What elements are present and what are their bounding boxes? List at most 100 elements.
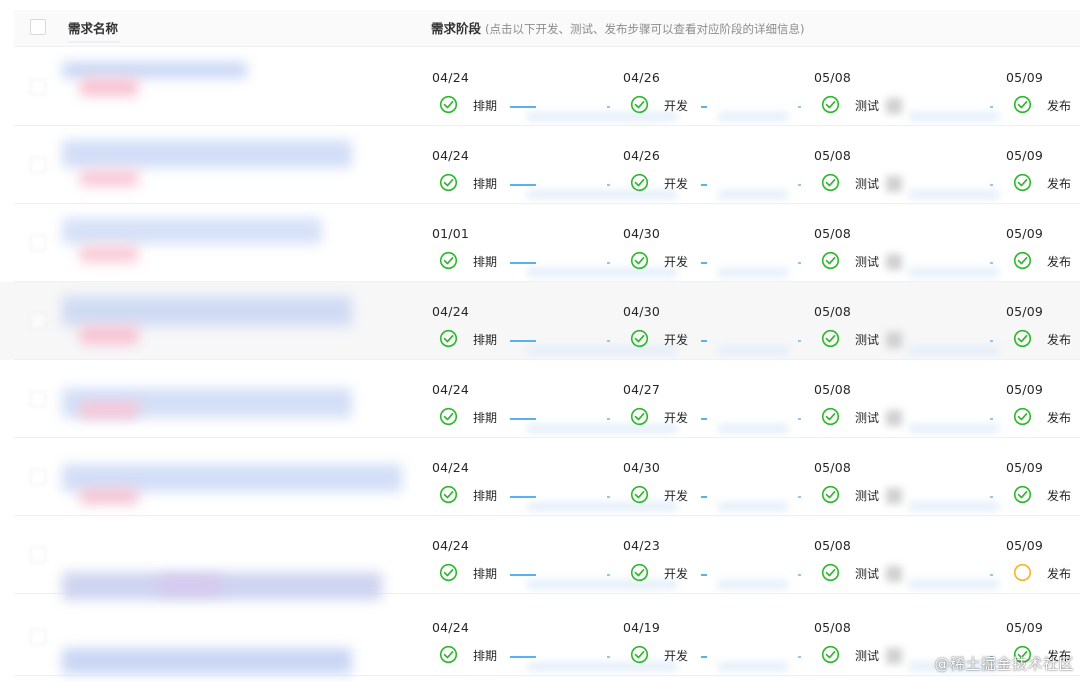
redacted-requirement-name[interactable] xyxy=(62,296,352,326)
step-label-schedule[interactable]: 排期 xyxy=(473,97,497,114)
row-checkbox[interactable] xyxy=(30,391,46,407)
redacted-requirement-name[interactable] xyxy=(80,246,138,262)
step-connector-tail xyxy=(990,574,993,576)
step-label-test[interactable]: 测试 xyxy=(855,647,879,664)
step-label-release[interactable]: 发布 xyxy=(1047,175,1071,192)
check-circle-icon[interactable] xyxy=(439,407,458,426)
check-circle-icon[interactable] xyxy=(821,407,840,426)
check-circle-icon[interactable] xyxy=(1013,407,1032,426)
check-circle-icon[interactable] xyxy=(821,251,840,270)
check-circle-icon[interactable] xyxy=(821,645,840,664)
step-label-release[interactable]: 发布 xyxy=(1047,97,1071,114)
redacted-requirement-name[interactable] xyxy=(62,140,352,168)
step-connector-tail xyxy=(607,184,610,186)
check-circle-icon[interactable] xyxy=(630,95,649,114)
check-circle-icon[interactable] xyxy=(439,563,458,582)
table-row[interactable]: 04/24 排期 04/23 开发 05/08 测试 05/09 发布 xyxy=(0,516,1080,600)
step-label-test[interactable]: 测试 xyxy=(855,175,879,192)
redacted-requirement-name[interactable] xyxy=(80,170,138,186)
pending-circle-icon[interactable] xyxy=(1013,563,1032,582)
check-circle-icon[interactable] xyxy=(439,645,458,664)
step-label-schedule[interactable]: 排期 xyxy=(473,565,497,582)
redacted-requirement-name[interactable] xyxy=(62,648,352,674)
step-label-develop[interactable]: 开发 xyxy=(664,487,688,504)
step-label-test[interactable]: 测试 xyxy=(855,487,879,504)
step-label-develop[interactable]: 开发 xyxy=(664,565,688,582)
check-circle-icon[interactable] xyxy=(630,645,649,664)
redacted-requirement-name[interactable] xyxy=(80,488,138,504)
row-checkbox[interactable] xyxy=(30,235,46,251)
step-date: 05/09 xyxy=(1006,460,1044,475)
step-label-release[interactable]: 发布 xyxy=(1047,331,1071,348)
redacted-step-detail xyxy=(909,346,999,355)
table-row[interactable]: 04/24 排期 04/30 开发 05/08 测试 05/09 发布 xyxy=(0,438,1080,516)
step-label-test[interactable]: 测试 xyxy=(855,409,879,426)
row-checkbox[interactable] xyxy=(30,469,46,485)
check-circle-icon[interactable] xyxy=(439,251,458,270)
check-circle-icon[interactable] xyxy=(821,563,840,582)
table-row[interactable]: 04/24 排期 04/27 开发 05/08 测试 05/09 发布 xyxy=(0,360,1080,438)
step-label-release[interactable]: 发布 xyxy=(1047,565,1071,582)
check-circle-icon[interactable] xyxy=(630,485,649,504)
step-label-release[interactable]: 发布 xyxy=(1047,253,1071,270)
step-label-schedule[interactable]: 排期 xyxy=(473,647,497,664)
check-circle-icon[interactable] xyxy=(821,95,840,114)
step-label-test[interactable]: 测试 xyxy=(855,253,879,270)
redacted-requirement-name[interactable] xyxy=(62,218,322,244)
table-row[interactable]: 04/24 排期 04/26 开发 05/08 测试 05/09 发布 xyxy=(0,48,1080,126)
check-circle-icon[interactable] xyxy=(630,173,649,192)
step-label-schedule[interactable]: 排期 xyxy=(473,175,497,192)
check-circle-icon[interactable] xyxy=(821,485,840,504)
check-circle-icon[interactable] xyxy=(630,563,649,582)
redacted-requirement-name[interactable] xyxy=(62,62,247,78)
step-label-schedule[interactable]: 排期 xyxy=(473,253,497,270)
redacted-requirement-name[interactable] xyxy=(62,572,382,600)
step-label-test[interactable]: 测试 xyxy=(855,331,879,348)
check-circle-icon[interactable] xyxy=(1013,485,1032,504)
row-checkbox[interactable] xyxy=(30,547,46,563)
check-circle-icon[interactable] xyxy=(439,329,458,348)
step-label-develop[interactable]: 开发 xyxy=(664,97,688,114)
check-circle-icon[interactable] xyxy=(1013,95,1032,114)
step-label-schedule[interactable]: 排期 xyxy=(473,487,497,504)
step-label-release[interactable]: 发布 xyxy=(1047,409,1071,426)
row-checkbox[interactable] xyxy=(30,629,46,645)
step-date: 05/08 xyxy=(814,304,852,319)
check-circle-icon[interactable] xyxy=(439,95,458,114)
redacted-requirement-name[interactable] xyxy=(80,402,138,418)
redacted-requirement-name[interactable] xyxy=(80,326,138,344)
check-circle-icon[interactable] xyxy=(821,329,840,348)
row-checkbox[interactable] xyxy=(30,157,46,173)
row-checkbox[interactable] xyxy=(30,313,46,329)
step-label-schedule[interactable]: 排期 xyxy=(473,331,497,348)
redacted-step-detail xyxy=(718,580,788,589)
step-label-develop[interactable]: 开发 xyxy=(664,175,688,192)
check-circle-icon[interactable] xyxy=(1013,251,1032,270)
check-circle-icon[interactable] xyxy=(630,407,649,426)
select-all-checkbox[interactable] xyxy=(30,19,46,35)
step-label-release[interactable]: 发布 xyxy=(1047,487,1071,504)
check-circle-icon[interactable] xyxy=(1013,173,1032,192)
redacted-requirement-name[interactable] xyxy=(160,576,220,594)
step-label-test[interactable]: 测试 xyxy=(855,97,879,114)
table-row[interactable]: 04/24 排期 04/19 开发 05/08 测试 05/09 发布 xyxy=(0,598,1080,676)
step-label-schedule[interactable]: 排期 xyxy=(473,409,497,426)
check-circle-icon[interactable] xyxy=(630,251,649,270)
table-row[interactable]: 04/24 排期 04/26 开发 05/08 测试 05/09 发布 xyxy=(0,126,1080,204)
step-date: 04/26 xyxy=(623,70,661,85)
check-circle-icon[interactable] xyxy=(439,173,458,192)
table-row[interactable]: 01/01 排期 04/30 开发 05/08 测试 05/09 发布 xyxy=(0,204,1080,282)
check-circle-icon[interactable] xyxy=(821,173,840,192)
step-label-develop[interactable]: 开发 xyxy=(664,331,688,348)
step-label-develop[interactable]: 开发 xyxy=(664,253,688,270)
table-row[interactable]: 04/24 排期 04/30 开发 05/08 测试 05/09 发布 xyxy=(0,282,1080,360)
check-circle-icon[interactable] xyxy=(630,329,649,348)
step-label-develop[interactable]: 开发 xyxy=(664,647,688,664)
step-label-develop[interactable]: 开发 xyxy=(664,409,688,426)
check-circle-icon[interactable] xyxy=(439,485,458,504)
column-header-name[interactable]: 需求名称 xyxy=(68,18,118,37)
check-circle-icon[interactable] xyxy=(1013,329,1032,348)
redacted-requirement-name[interactable] xyxy=(80,78,138,96)
step-label-test[interactable]: 测试 xyxy=(855,565,879,582)
row-checkbox[interactable] xyxy=(30,79,46,95)
